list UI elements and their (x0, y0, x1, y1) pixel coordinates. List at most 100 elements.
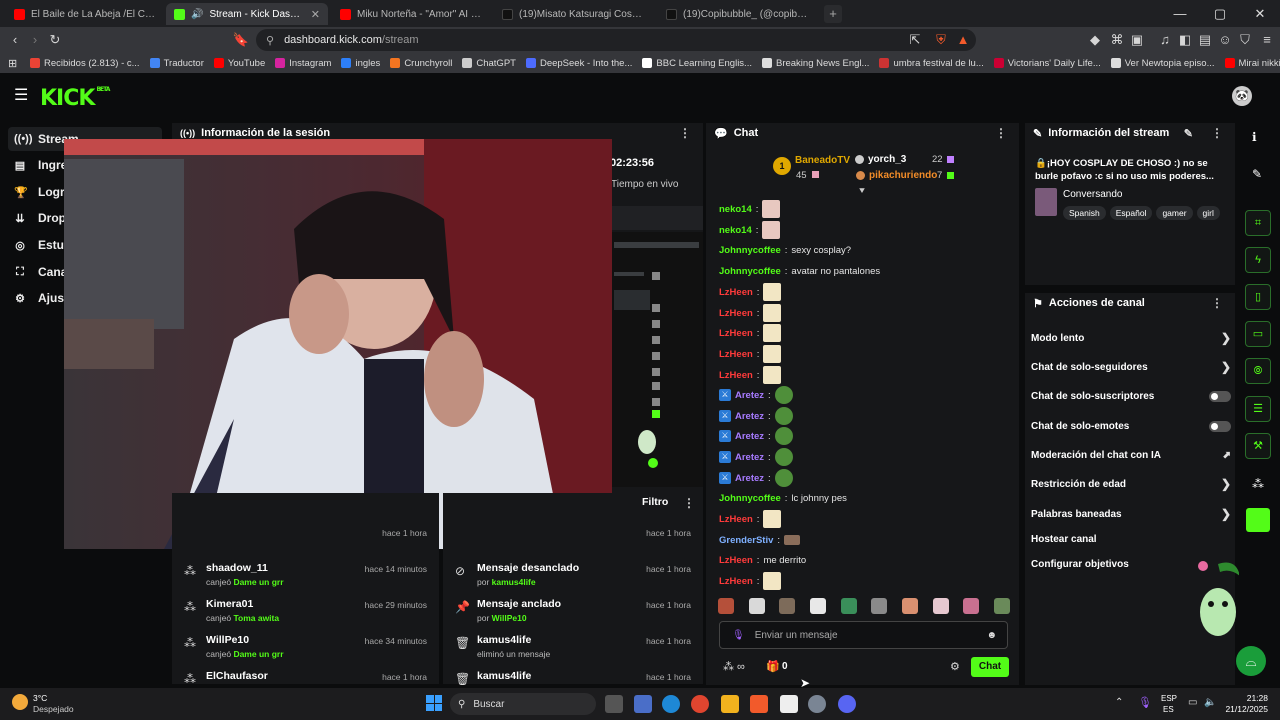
chat-message[interactable]: LzHeen: (719, 509, 782, 529)
bookmark-item[interactable]: Recibidos (2.813) - c... (30, 58, 140, 69)
support-chat-icon[interactable]: ⌓ (1236, 646, 1266, 676)
chat-message[interactable]: Johnnycoffee: avatar no pantalones (719, 261, 880, 281)
emote-button[interactable] (993, 598, 1010, 614)
moderation-row[interactable]: 🗑 kamus4life eliminó un mensaje hace 1 h… (443, 632, 703, 668)
tag[interactable]: Spanish (1063, 206, 1106, 220)
emote-button[interactable] (871, 598, 888, 614)
activity-row[interactable]: ⁂ WillPe10 canjeó Dame un grr hace 34 mi… (172, 632, 439, 668)
more-options-icon[interactable]: ⋮ (683, 496, 695, 510)
bookmark-item[interactable]: Mirai nikki OP 3 - K... (1224, 58, 1280, 69)
rail-button-document[interactable]: ▯ (1245, 284, 1271, 310)
emote-button[interactable] (748, 598, 765, 614)
minimize-icon[interactable]: — (1160, 0, 1200, 27)
bookmark-item[interactable]: DeepSeek - Into the... (525, 58, 632, 69)
vpn-icon[interactable]: ⛉ (1236, 31, 1254, 49)
chat-message[interactable]: ⚔ Aretez: (719, 468, 793, 488)
edit-icon[interactable]: ✎ (1184, 127, 1193, 140)
url-field[interactable]: ⚲ dashboard.kick.com /stream (256, 29, 976, 51)
microphone-icon[interactable]: 🎙 (732, 630, 745, 641)
moderation-row[interactable]: 📌 Mensaje anclado por WillPe10 hace 1 ho… (443, 596, 703, 632)
media-icon[interactable]: ♫ (1156, 31, 1174, 49)
chat-message[interactable]: LzHeen: (719, 365, 782, 385)
rail-button-broadcast[interactable]: ⦾ (1245, 358, 1271, 384)
browser-tab-active[interactable]: 🔊 Stream - Kick Dashboard ✕ (166, 3, 328, 25)
chat-message[interactable]: Johnnycoffee: lc johnny pes (719, 488, 847, 508)
moderation-row[interactable]: 🗑 kamus4life hace 1 hora (443, 668, 703, 686)
store-icon[interactable] (634, 695, 652, 713)
bookmark-item[interactable]: Breaking News Engl... (761, 58, 869, 69)
action-host-channel[interactable]: Hostear canal (1031, 530, 1231, 548)
task-view-icon[interactable] (605, 695, 623, 713)
chat-settings-gear-icon[interactable]: ⚙ (950, 660, 960, 673)
info-icon[interactable]: ℹ (1252, 130, 1257, 144)
chat-message[interactable]: LzHeen: (719, 323, 782, 343)
leaderboard-first-name[interactable]: BaneadoTV (795, 155, 850, 166)
bookmark-item[interactable]: ChatGPT (462, 58, 516, 69)
bookmark-item[interactable]: Traductor (149, 58, 204, 69)
microphone-tray-icon[interactable]: 🎙 (1138, 696, 1152, 709)
action-subscribers-only[interactable]: Chat de solo-suscriptores (1031, 387, 1231, 405)
close-window-icon[interactable]: ✕ (1240, 0, 1280, 27)
action-age-restriction[interactable]: Restricción de edad ❯ (1031, 475, 1231, 493)
emote-button[interactable] (779, 598, 796, 614)
chat-message[interactable]: LzHeen: (719, 303, 782, 323)
maximize-icon[interactable]: ▢ (1200, 0, 1240, 27)
brave-rewards-icon[interactable]: ▲ (954, 31, 972, 49)
file-explorer-icon[interactable] (721, 695, 739, 713)
rail-button-tool[interactable]: ⚒ (1245, 433, 1271, 459)
chat-message[interactable]: ⚔ Aretez: (719, 426, 793, 446)
leaderboard-third-name[interactable]: pikachuriendo (869, 170, 937, 181)
bookmark-item[interactable]: umbra festival de lu... (879, 58, 984, 69)
chat-message[interactable]: GrenderStiv: (719, 530, 801, 550)
more-options-icon[interactable]: ⋮ (679, 126, 691, 140)
site-info-icon[interactable]: ⚲ (266, 34, 274, 47)
discord-icon[interactable] (838, 695, 856, 713)
bookmark-item[interactable]: YouTube (213, 58, 265, 69)
windows-start-icon[interactable] (426, 695, 442, 711)
extension-icon[interactable]: ◆ (1086, 31, 1104, 49)
more-options-icon[interactable]: ⋮ (995, 126, 1007, 140)
bookmark-item[interactable]: ingles (341, 58, 380, 69)
bookmark-item[interactable]: Instagram (275, 58, 331, 69)
notepad-icon[interactable] (780, 695, 798, 713)
chat-message[interactable]: Johnnycoffee: sexy cosplay? (719, 240, 851, 260)
brave-icon[interactable] (750, 695, 768, 713)
forward-icon[interactable]: › (26, 31, 44, 49)
chat-message[interactable]: LzHeen: me derrito (719, 550, 806, 570)
hamburger-menu-icon[interactable]: ☰ (14, 88, 30, 104)
action-slow-mode[interactable]: Modo lento ❯ (1031, 329, 1231, 347)
bookmark-item[interactable]: Crunchyroll (390, 58, 452, 69)
moderation-row[interactable]: ⊘ Mensaje desanclado por kamus4life hace… (443, 560, 703, 596)
bookmark-item[interactable]: Victorians' Daily Life... (993, 58, 1101, 69)
emoji-icon[interactable]: ☻ (986, 630, 997, 641)
apps-icon[interactable]: ⊞ (8, 57, 17, 70)
network-icon[interactable]: ▭ (1188, 697, 1197, 708)
rail-button-list[interactable]: ☰ (1245, 396, 1271, 422)
filter-button[interactable]: Filtro (642, 496, 668, 508)
chat-message[interactable]: ⚔ Aretez: (719, 385, 793, 405)
chat-message[interactable]: ⚔ Aretez: (719, 406, 793, 426)
browser-tab[interactable]: Miku Norteña - "Amor" AI Cover (332, 3, 490, 25)
user-avatar[interactable]: 🐼 (1232, 86, 1252, 106)
activity-row[interactable]: ⁂ ElChaufasor hace 1 hora (172, 668, 439, 686)
expand-leaderboard-icon[interactable]: ⯆ (858, 186, 866, 197)
extension-icon[interactable]: ⌘ (1108, 31, 1126, 49)
weather-icon[interactable] (12, 694, 28, 710)
emote-button[interactable] (963, 598, 980, 614)
wallet-icon[interactable]: ▤ (1196, 31, 1214, 49)
reload-icon[interactable]: ↻ (46, 31, 64, 49)
settings-app-icon[interactable] (808, 695, 826, 713)
more-options-icon[interactable]: ⋮ (1211, 126, 1223, 140)
chat-message[interactable]: LzHeen: (719, 282, 782, 302)
gift-box-icon[interactable]: 🎁 (766, 660, 780, 673)
language-top[interactable]: ESP (1161, 694, 1177, 703)
emote-button[interactable] (901, 598, 918, 614)
emotes-only-toggle[interactable] (1209, 420, 1231, 432)
chevron-up-icon[interactable]: ⌃ (1115, 697, 1123, 708)
profile-icon[interactable]: ☺ (1216, 31, 1234, 49)
chat-message[interactable]: LzHeen: (719, 571, 782, 591)
bookmark-item[interactable]: Ver Newtopia episo... (1110, 58, 1215, 69)
chat-message[interactable]: LzHeen: (719, 344, 782, 364)
chat-message[interactable]: neko14: (719, 220, 781, 240)
kick-logo[interactable]: KICK BETA (40, 86, 110, 111)
